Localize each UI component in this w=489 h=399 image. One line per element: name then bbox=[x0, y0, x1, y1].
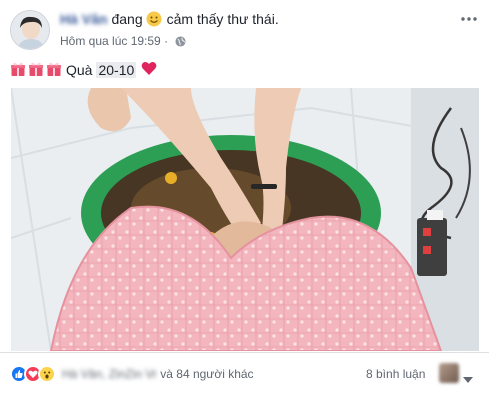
more-dots-icon[interactable] bbox=[459, 12, 479, 24]
heart-icon bbox=[141, 61, 157, 79]
author-name[interactable]: Hà Vân bbox=[60, 11, 107, 27]
reaction-icons[interactable] bbox=[10, 365, 56, 383]
globe-icon[interactable] bbox=[175, 36, 186, 50]
reactor-suffix: và 84 người khác bbox=[160, 367, 254, 381]
feeling-verb: đang bbox=[111, 11, 143, 27]
author-avatar[interactable] bbox=[10, 10, 50, 50]
reactors-summary[interactable]: Hà Vân, ZinZin Vr và 84 người khác bbox=[62, 367, 254, 381]
caption-tag: 20-10 bbox=[96, 62, 137, 78]
smiley-icon bbox=[146, 11, 162, 30]
reactor-names: Hà Vân, ZinZin Vr bbox=[62, 367, 157, 381]
gift-icon bbox=[46, 61, 62, 80]
post-timestamp[interactable]: Hôm qua lúc 19:59 bbox=[60, 34, 161, 48]
gift-icon bbox=[10, 61, 26, 80]
post-meta: Hôm qua lúc 19:59 · bbox=[60, 34, 186, 50]
facebook-post: Hà Vân đang cảm thấy thư thái. Hôm qua lúc… bbox=[0, 0, 489, 399]
feeling-text: cảm thấy thư thái. bbox=[166, 11, 279, 27]
post-caption: Quà 20-10 bbox=[10, 60, 157, 80]
post-footer: Hà Vân, ZinZin Vr và 84 người khác 8 bìn… bbox=[0, 352, 489, 399]
post-header: Hà Vân đang cảm thấy thư thái. bbox=[60, 11, 279, 30]
chevron-down-icon[interactable] bbox=[463, 370, 473, 388]
audience-avatar[interactable] bbox=[439, 363, 459, 383]
comments-count[interactable]: 8 bình luận bbox=[366, 367, 425, 381]
post-photo[interactable] bbox=[11, 88, 479, 351]
caption-text: Quà bbox=[66, 62, 93, 78]
wow-icon bbox=[38, 365, 56, 383]
gift-icon bbox=[28, 61, 44, 80]
